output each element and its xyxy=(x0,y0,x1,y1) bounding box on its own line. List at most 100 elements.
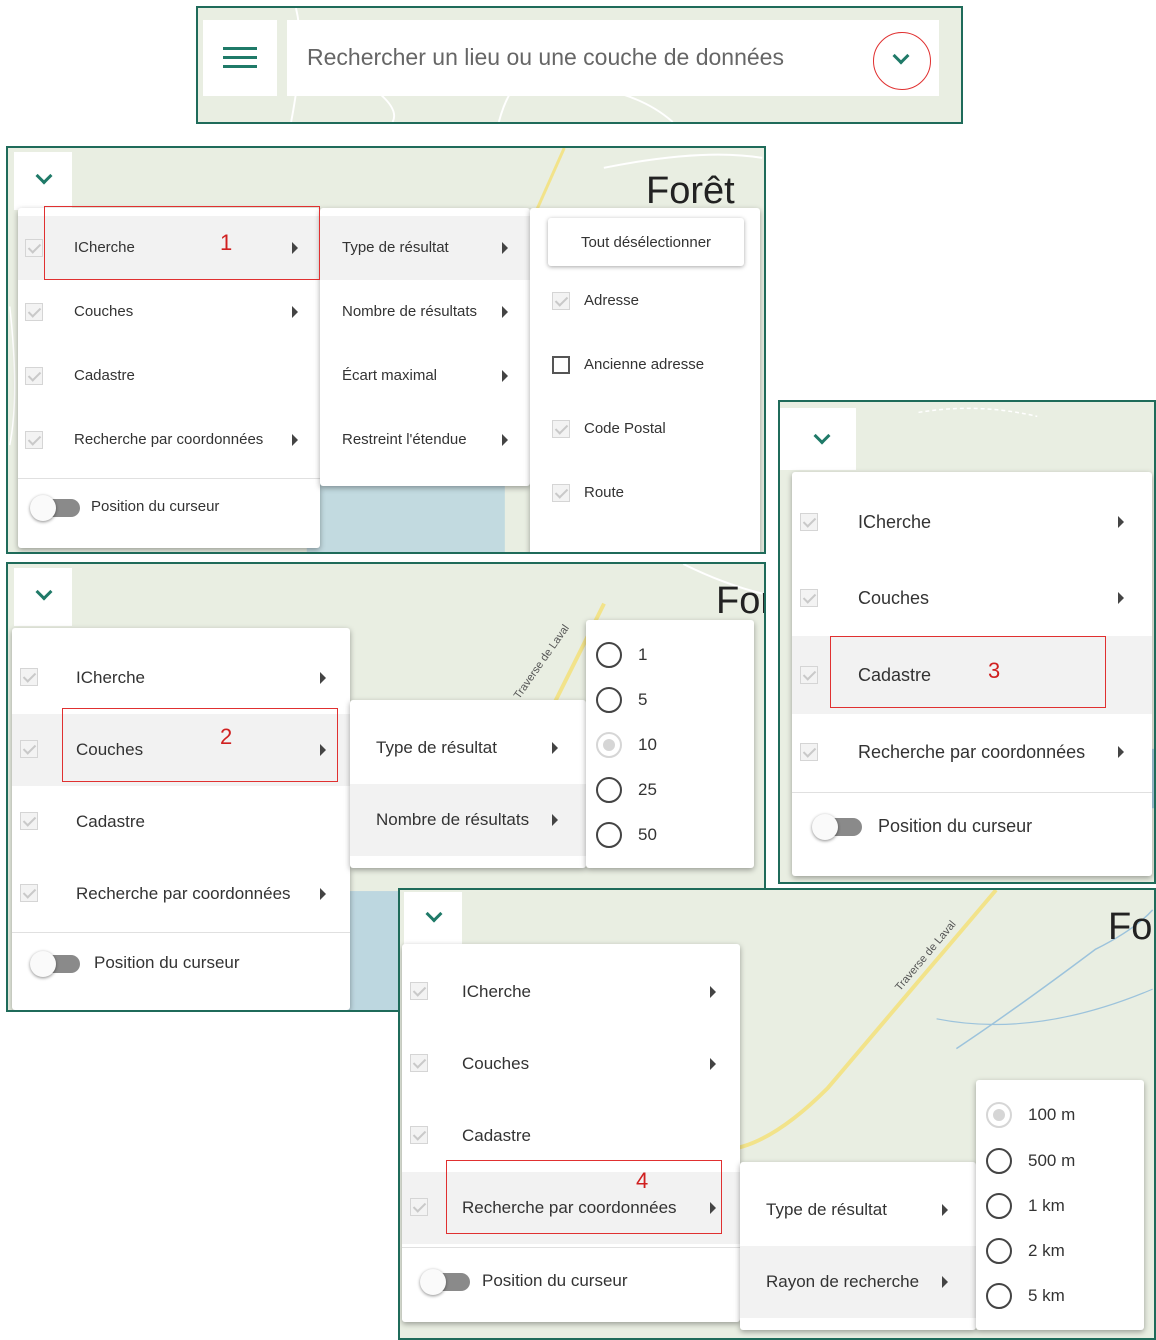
collapse-button[interactable] xyxy=(14,152,72,210)
search-options-button[interactable] xyxy=(873,32,931,90)
submenu-item-type-resultat[interactable]: Type de résultat xyxy=(320,216,530,280)
option-label: 2 km xyxy=(1028,1241,1065,1260)
panel-icherche: Forêt ICherche Couches Cadastre Recherch… xyxy=(6,146,766,554)
menu-item-label: Recherche par coordonnées xyxy=(858,742,1086,762)
radio-option-selected[interactable] xyxy=(596,732,622,758)
checkbox-ancienne-adresse[interactable] xyxy=(552,356,570,374)
search-field[interactable]: Rechercher un lieu ou une couche de donn… xyxy=(287,20,939,96)
checkbox[interactable] xyxy=(800,666,818,684)
radio-option[interactable] xyxy=(986,1148,1012,1174)
callout-number: 4 xyxy=(636,1168,649,1193)
caret-right-icon xyxy=(942,1204,948,1216)
menu-item-coordonnees[interactable]: Recherche par coordonnées xyxy=(18,408,320,472)
chevron-down-icon xyxy=(35,167,53,185)
checkbox[interactable] xyxy=(800,513,818,531)
panel-coordonnees: Traverse de Laval Forêt ICherche Couches… xyxy=(398,888,1156,1340)
callout-box xyxy=(62,708,338,782)
menu-item-label: Cadastre xyxy=(74,367,135,384)
menu-item-coordonnees[interactable]: Recherche par coordonnées xyxy=(792,714,1152,790)
deselect-all-button[interactable]: Tout désélectionner xyxy=(548,218,744,266)
checkbox[interactable] xyxy=(25,239,43,257)
submenu-item-ecart-maximal[interactable]: Écart maximal xyxy=(320,344,530,408)
callout-box xyxy=(44,206,320,280)
checkbox[interactable] xyxy=(410,1054,428,1072)
menu-item-icherche[interactable]: ICherche xyxy=(12,642,350,714)
cursor-position-toggle[interactable] xyxy=(420,1269,470,1295)
checkbox[interactable] xyxy=(20,740,38,758)
caret-right-icon xyxy=(320,672,326,684)
menu-button[interactable] xyxy=(203,20,277,96)
checkbox[interactable] xyxy=(25,431,43,449)
callout-number: 2 xyxy=(220,724,233,749)
menu-item-icherche[interactable]: ICherche xyxy=(792,484,1152,560)
submenu-item-type-resultat[interactable]: Type de résultat xyxy=(740,1174,976,1246)
checkbox-route[interactable] xyxy=(552,484,570,502)
radio-option[interactable] xyxy=(596,687,622,713)
menu-item-couches[interactable]: Couches xyxy=(402,1028,740,1100)
menu-item-cadastre[interactable]: Cadastre xyxy=(18,344,320,408)
caret-right-icon xyxy=(942,1276,948,1288)
option-label: Adresse xyxy=(584,292,640,309)
chevron-down-icon xyxy=(813,427,831,445)
sub-menu: Type de résultat Rayon de recherche xyxy=(740,1162,976,1330)
cursor-position-toggle[interactable] xyxy=(30,951,80,977)
radio-option[interactable] xyxy=(596,642,622,668)
checkbox[interactable] xyxy=(800,589,818,607)
toggle-label: Position du curseur xyxy=(878,816,1033,836)
collapse-button[interactable] xyxy=(404,892,462,946)
checkbox[interactable] xyxy=(20,812,38,830)
menu-item-label: Écart maximal xyxy=(342,367,438,384)
menu-item-icherche[interactable]: ICherche xyxy=(402,956,740,1028)
checkbox[interactable] xyxy=(410,982,428,1000)
collapse-button[interactable] xyxy=(14,568,72,626)
checkbox[interactable] xyxy=(800,743,818,761)
submenu-item-restreint[interactable]: Restreint l'étendue xyxy=(320,408,530,472)
submenu-item-nombre-resultats[interactable]: Nombre de résultats xyxy=(320,280,530,344)
menu-item-label: Nombre de résultats xyxy=(376,810,530,829)
radio-option[interactable] xyxy=(596,777,622,803)
radio-option[interactable] xyxy=(986,1283,1012,1309)
main-menu: ICherche Couches Cadastre Recherche par … xyxy=(12,628,350,1010)
checkbox[interactable] xyxy=(20,884,38,902)
collapse-button[interactable] xyxy=(780,408,856,470)
radio-option[interactable] xyxy=(596,822,622,848)
radio-option[interactable] xyxy=(986,1238,1012,1264)
sub-menu: Type de résultat Nombre de résultats Éca… xyxy=(320,208,530,486)
caret-right-icon xyxy=(1118,516,1124,528)
checkbox-code-postal[interactable] xyxy=(552,420,570,438)
option-label: 1 km xyxy=(1028,1196,1065,1215)
menu-item-label: Type de résultat xyxy=(376,738,497,757)
checkbox[interactable] xyxy=(25,303,43,321)
forest-label: Forêt xyxy=(1108,906,1154,948)
menu-item-coordonnees[interactable]: Recherche par coordonnées xyxy=(12,858,350,930)
checkbox[interactable] xyxy=(25,367,43,385)
menu-item-couches[interactable]: Couches xyxy=(18,280,320,344)
cursor-position-toggle[interactable] xyxy=(812,814,862,840)
checkbox[interactable] xyxy=(410,1126,428,1144)
radio-option-selected[interactable] xyxy=(986,1102,1012,1128)
option-label: Code Postal xyxy=(584,420,666,437)
menu-item-label: ICherche xyxy=(858,512,932,532)
menu-item-cadastre[interactable]: Cadastre xyxy=(12,786,350,858)
submenu-item-type-resultat[interactable]: Type de résultat xyxy=(350,712,586,784)
caret-right-icon xyxy=(320,888,326,900)
menu-item-label: Cadastre xyxy=(462,1126,531,1145)
divider xyxy=(12,932,350,933)
menu-item-couches[interactable]: Couches xyxy=(792,560,1152,636)
caret-right-icon xyxy=(292,306,298,318)
checkbox-adresse[interactable] xyxy=(552,292,570,310)
option-label: 5 km xyxy=(1028,1286,1065,1305)
radio-option[interactable] xyxy=(986,1193,1012,1219)
checkbox[interactable] xyxy=(20,668,38,686)
forest-label: Forêt xyxy=(716,580,764,622)
submenu-item-nombre-resultats[interactable]: Nombre de résultats xyxy=(350,784,586,856)
caret-right-icon xyxy=(1118,592,1124,604)
checkbox[interactable] xyxy=(410,1198,428,1216)
search-input[interactable]: Rechercher un lieu ou une couche de donn… xyxy=(307,44,784,71)
menu-item-label: ICherche xyxy=(462,982,531,1001)
menu-item-label: Type de résultat xyxy=(342,239,449,256)
cursor-position-toggle[interactable] xyxy=(30,495,80,521)
submenu-item-rayon-recherche[interactable]: Rayon de recherche xyxy=(740,1246,976,1318)
menu-item-label: Recherche par coordonnées xyxy=(76,884,291,903)
divider xyxy=(402,1247,740,1248)
